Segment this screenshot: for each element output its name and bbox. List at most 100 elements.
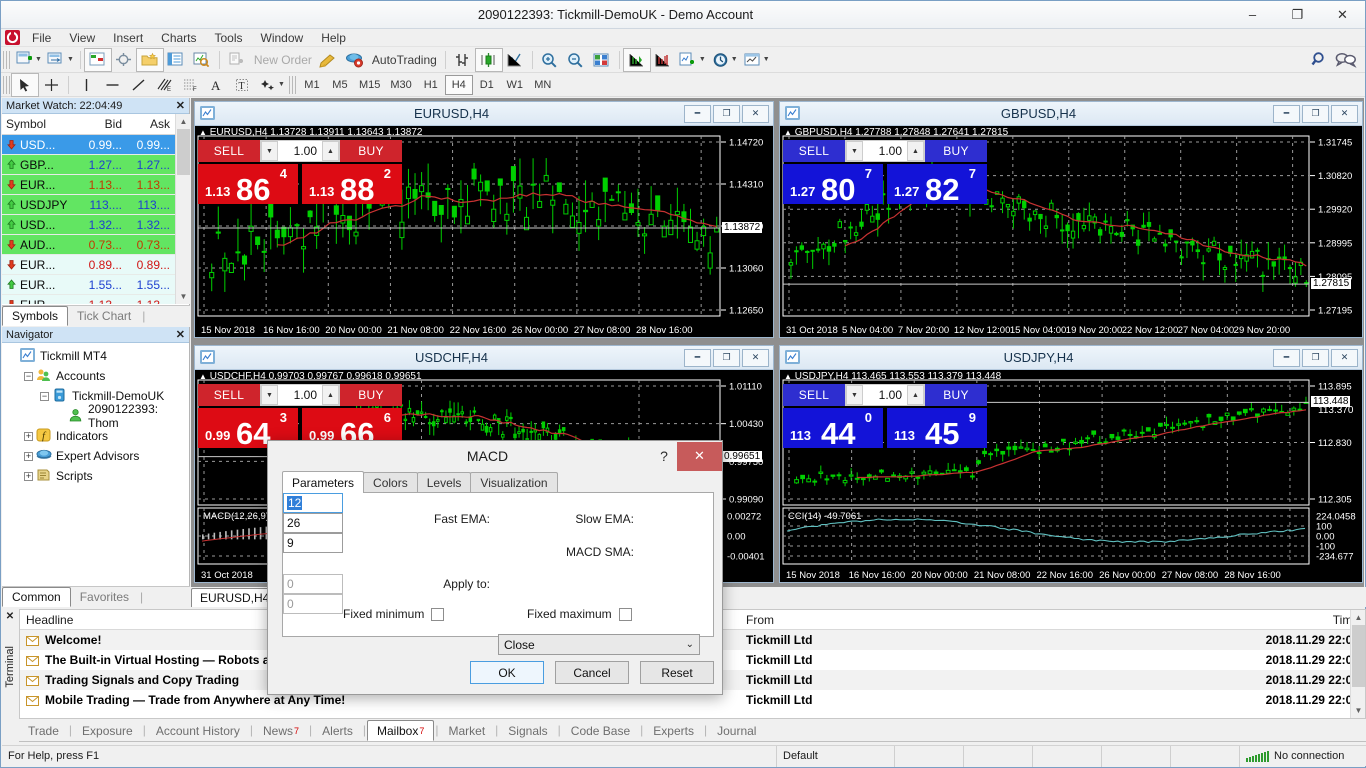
timeframe-w1[interactable]: W1 (501, 75, 529, 95)
chart-window-usdjpy[interactable]: USDJPY,H4 ━ ❐ ✕ 113.895 112.830 112.305 15 … (779, 345, 1363, 583)
maximize-button[interactable]: ❐ (1275, 1, 1320, 29)
sell-button-eurusd[interactable]: SELL (198, 140, 260, 162)
mailbox-scroll-up-icon[interactable]: ▲ (1351, 610, 1365, 625)
chat-icon[interactable] (1333, 49, 1359, 71)
column-ask[interactable]: Ask (126, 114, 174, 134)
tab-parameters[interactable]: Parameters (282, 471, 365, 493)
chart-window-eurusd[interactable]: EURUSD,H4 ━ ❐ ✕ 1.147201.143101.134801.1… (194, 101, 774, 338)
volume-stepper-usdchf[interactable]: ▼ 1.00 ▲ (260, 384, 340, 406)
chart-tab-eurusd[interactable]: EURUSD,H4 (191, 588, 279, 607)
equidistant-channel-icon[interactable]: E (151, 74, 177, 96)
menu-window[interactable]: Window (252, 29, 313, 47)
one-click-trading-panel-eurusd[interactable]: SELL ▼ 1.00 ▲ BUY 1.13 86 4 1.13 88 2 (198, 140, 402, 205)
market-watch-row[interactable]: AUD... 0.73... 0.73... (2, 235, 190, 255)
menu-tools[interactable]: Tools (206, 29, 252, 47)
tab-symbols[interactable]: Symbols (2, 306, 69, 326)
sell-price-gbpusd[interactable]: 1.27 80 7 (783, 164, 883, 205)
market-watch-row[interactable]: EUR... 1.55... 1.55... (2, 275, 190, 295)
terminal-tab-signals[interactable]: Signals (499, 720, 556, 741)
navigator-item[interactable]: − Accounts (2, 366, 189, 386)
toolbar-grip[interactable] (3, 50, 10, 69)
fixed-maximum-input[interactable]: 0 (283, 594, 343, 614)
column-from[interactable]: From (740, 610, 1252, 629)
volume-decrease-icon[interactable]: ▼ (846, 141, 863, 161)
status-connection[interactable]: No connection (1240, 746, 1366, 767)
volume-stepper-usdjpy[interactable]: ▼ 1.00 ▲ (845, 384, 925, 406)
trendline-icon[interactable] (125, 74, 151, 96)
market-watch-row[interactable]: EUR...1.13...1.13... (2, 295, 190, 304)
buy-button-eurusd[interactable]: BUY (340, 140, 402, 162)
new-order-icon[interactable] (224, 49, 250, 71)
chart-shift-icon[interactable] (589, 49, 615, 71)
timeframe-mn[interactable]: MN (529, 75, 557, 95)
volume-increase-icon[interactable]: ▲ (322, 141, 339, 161)
timeframe-h4[interactable]: H4 (444, 74, 473, 95)
volume-increase-icon[interactable]: ▲ (907, 385, 924, 405)
tree-expander[interactable]: + (24, 471, 33, 481)
terminal-tab-alerts[interactable]: Alerts (313, 720, 362, 741)
timeframe-m5[interactable]: M5 (326, 75, 354, 95)
market-watch-row[interactable]: EUR...1.13...1.13... (2, 175, 190, 195)
market-watch-scrollbar[interactable]: ▲ ▼ (175, 114, 190, 304)
market-watch-row[interactable]: USD... 1.32... 1.32... (2, 215, 190, 235)
one-click-trading-panel-gbpusd[interactable]: SELL ▼ 1.00 ▲ BUY 1.27 80 7 1.27 82 7 (783, 140, 987, 205)
zoom-in-icon[interactable] (537, 49, 563, 71)
macd-dialog-close-button[interactable]: ✕ (677, 441, 722, 471)
terminal-tab-market[interactable]: Market (439, 720, 494, 741)
chart-minimize-icon[interactable]: ━ (684, 104, 711, 123)
mailbox-scroll-down-icon[interactable]: ▼ (1351, 703, 1365, 718)
column-bid[interactable]: Bid (78, 114, 126, 134)
chart-titlebar-gbpusd[interactable]: GBPUSD,H4 ━ ❐ ✕ (780, 102, 1362, 126)
minimize-button[interactable]: – (1230, 1, 1275, 29)
new-order-label[interactable]: New Order (250, 53, 316, 67)
fast-ema-input[interactable]: 12 (283, 493, 343, 513)
tree-expander[interactable]: + (24, 451, 33, 461)
chart-collapse-icon[interactable]: ▲ (784, 128, 792, 137)
zoom-out-icon[interactable] (563, 49, 589, 71)
shapes-icon[interactable] (255, 74, 281, 96)
vertical-line-icon[interactable] (73, 74, 99, 96)
terminal-tab-journal[interactable]: Journal (708, 720, 765, 741)
navigator-item[interactable]: Tickmill MT4 (2, 346, 189, 366)
chart-titlebar-eurusd[interactable]: EURUSD,H4 ━ ❐ ✕ (195, 102, 773, 126)
mailbox-scroll-thumb[interactable] (1352, 625, 1365, 687)
metaeditor-icon[interactable] (316, 49, 342, 71)
chart-titlebar-usdjpy[interactable]: USDJPY,H4 ━ ❐ ✕ (780, 346, 1362, 370)
terminal-tab-trade[interactable]: Trade (19, 720, 68, 741)
terminal-tab-experts[interactable]: Experts (644, 720, 703, 741)
sell-button-usdchf[interactable]: SELL (198, 384, 260, 406)
terminal-tab-news[interactable]: News 7 (254, 720, 308, 741)
text-label-icon[interactable]: T (229, 74, 255, 96)
market-watch-close-icon[interactable]: ✕ (176, 99, 185, 112)
tab-levels[interactable]: Levels (416, 472, 472, 493)
fixed-minimum-input[interactable]: 0 (283, 574, 343, 594)
toolbar-grip-3[interactable] (288, 75, 296, 94)
chart-close-icon[interactable]: ✕ (742, 104, 769, 123)
volume-decrease-icon[interactable]: ▼ (261, 385, 278, 405)
volume-stepper-gbpusd[interactable]: ▼ 1.00 ▲ (845, 140, 925, 162)
sell-price-usdjpy[interactable]: 113 44 0 (783, 408, 883, 449)
candlestick-chart-icon[interactable] (474, 47, 503, 72)
cursor-icon[interactable] (11, 72, 39, 97)
chart-collapse-icon[interactable]: ▲ (784, 372, 792, 381)
tab-tick-chart[interactable]: Tick Chart (68, 306, 140, 326)
tab-visualization[interactable]: Visualization (470, 472, 558, 493)
volume-increase-icon[interactable]: ▲ (907, 141, 924, 161)
menu-charts[interactable]: Charts (152, 29, 205, 47)
strategy-tester-icon[interactable] (189, 49, 215, 71)
volume-decrease-icon[interactable]: ▼ (846, 385, 863, 405)
terminal-tab-mailbox[interactable]: Mailbox 7 (366, 720, 435, 741)
sell-button-usdjpy[interactable]: SELL (783, 384, 845, 406)
chart-restore-icon-3[interactable]: ❐ (713, 348, 740, 367)
chart-shift-end-icon[interactable] (650, 49, 676, 71)
chart-canvas-usdjpy[interactable]: 113.895 112.830 112.305 15 Nov 2018 16 Nov 1… (780, 370, 1362, 582)
crosshair-icon[interactable] (38, 74, 64, 96)
market-watch-row[interactable]: USD... 0.99... 0.99... (2, 135, 190, 155)
navigator-close-icon[interactable]: ✕ (176, 328, 185, 341)
volume-value[interactable]: 1.00 (278, 144, 322, 158)
buy-button-usdchf[interactable]: BUY (340, 384, 402, 406)
chart-canvas-eurusd[interactable]: 1.147201.143101.134801.130601.1265015 No… (195, 126, 773, 337)
terminal-tab-account-history[interactable]: Account History (147, 720, 249, 741)
status-profile[interactable]: Default (777, 745, 895, 767)
timeframe-d1[interactable]: D1 (473, 75, 501, 95)
